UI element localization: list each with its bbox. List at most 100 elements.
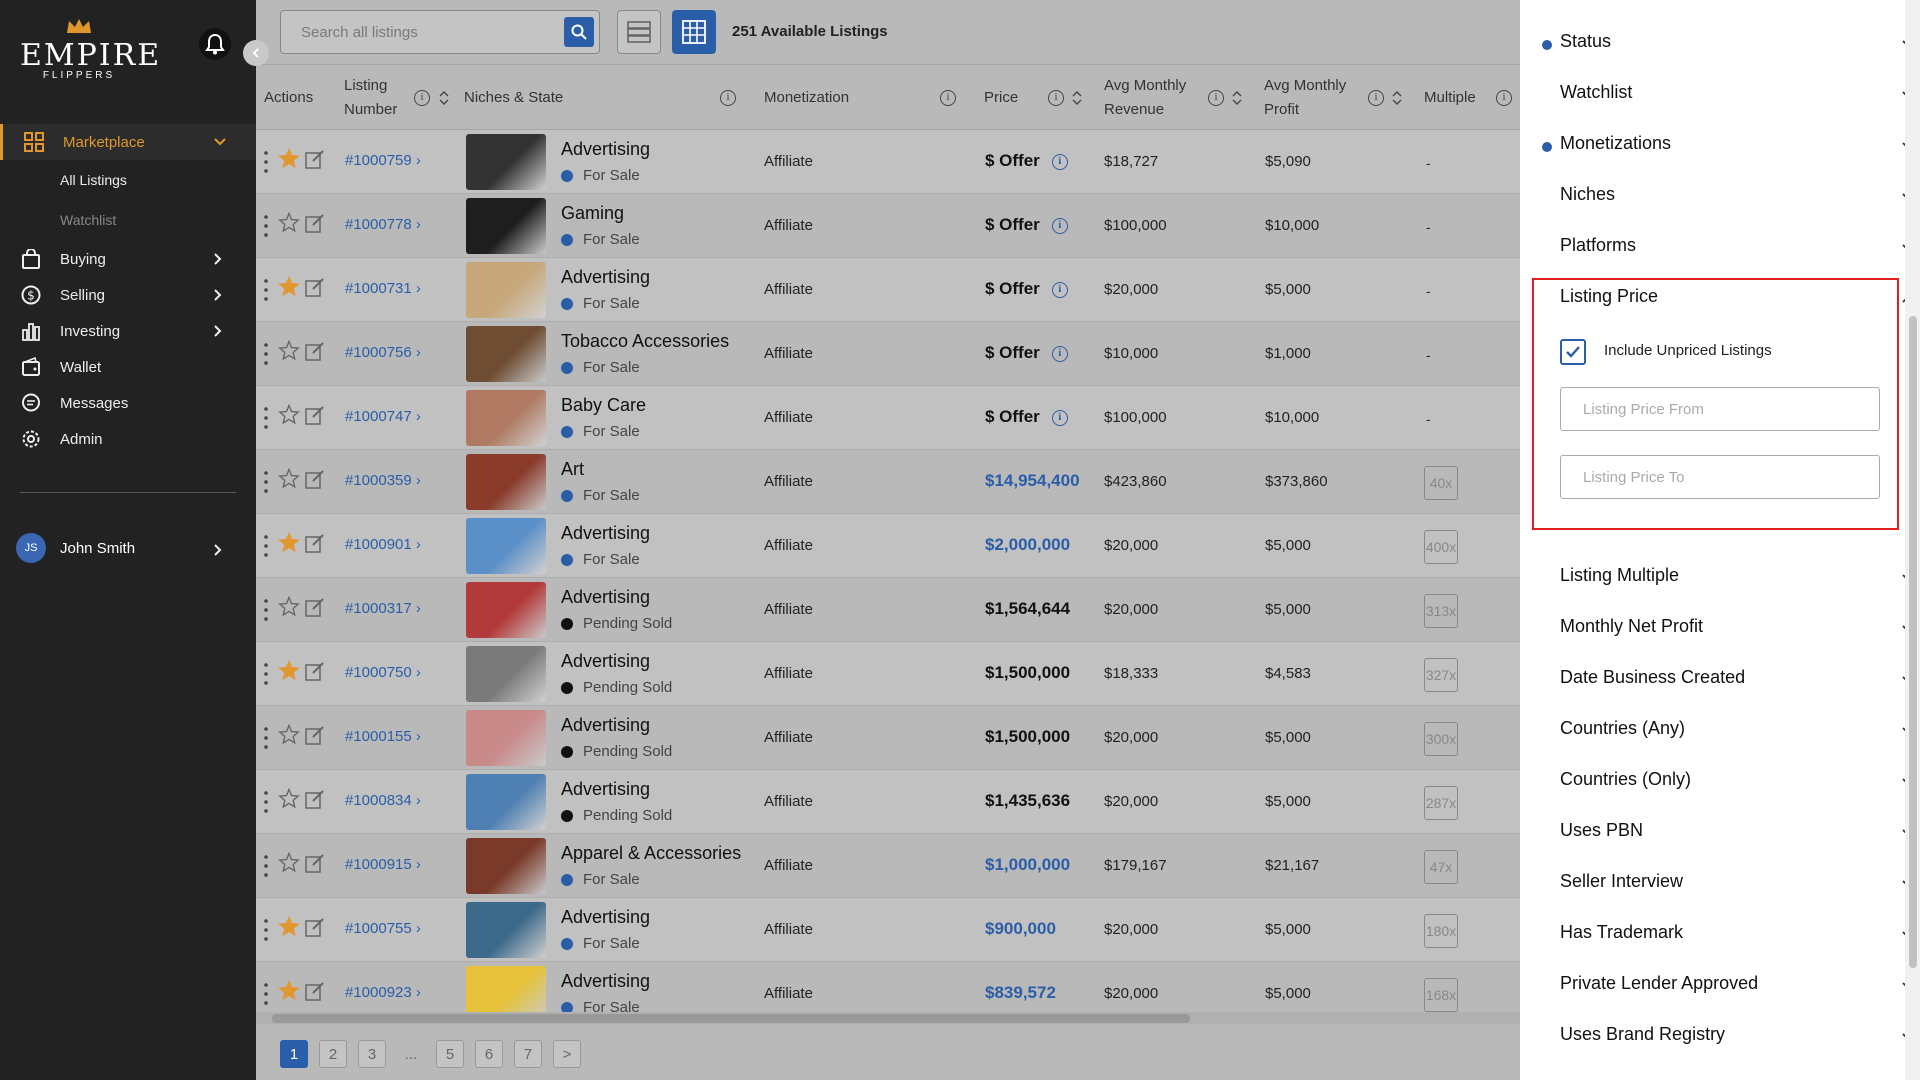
- listing-number-link[interactable]: #1000731 ›: [345, 280, 421, 297]
- table-row[interactable]: #1000731 › Advertising For Sale Affiliate $ …: [256, 258, 1520, 322]
- listing-number-link[interactable]: #1000755 ›: [345, 920, 421, 937]
- column-header-price[interactable]: Price: [984, 86, 1018, 110]
- drag-handle-icon[interactable]: [264, 662, 268, 686]
- listing-number-link[interactable]: #1000915 ›: [345, 856, 421, 873]
- price-value[interactable]: $14,954,400: [985, 471, 1080, 491]
- column-header-avg-profit[interactable]: Avg Monthly Profit: [1264, 74, 1346, 122]
- edit-icon[interactable]: [304, 404, 326, 426]
- drag-handle-icon[interactable]: [264, 470, 268, 494]
- sort-icon[interactable]: [1392, 90, 1402, 106]
- info-icon[interactable]: i: [1368, 90, 1384, 106]
- table-row[interactable]: #1000755 › Advertising For Sale Affiliate $9…: [256, 898, 1520, 962]
- listing-number-link[interactable]: #1000747 ›: [345, 408, 421, 425]
- drag-handle-icon[interactable]: [264, 790, 268, 814]
- star-icon[interactable]: [278, 276, 300, 298]
- star-icon[interactable]: [278, 340, 300, 362]
- table-row[interactable]: #1000901 › Advertising For Sale Affiliate $2…: [256, 514, 1520, 578]
- sidebar-item-all-listings[interactable]: All Listings: [60, 172, 127, 188]
- star-icon[interactable]: [278, 468, 300, 490]
- star-icon[interactable]: [278, 724, 300, 746]
- sidebar-item-investing[interactable]: Investing: [0, 313, 256, 349]
- listing-number-link[interactable]: #1000834 ›: [345, 792, 421, 809]
- table-row[interactable]: #1000317 › Advertising Pending Sold Affilia…: [256, 578, 1520, 642]
- list-view-button[interactable]: [617, 10, 661, 54]
- listing-number-link[interactable]: #1000901 ›: [345, 536, 421, 553]
- filter-private-lender-approved[interactable]: Private Lender Approved: [1560, 959, 1920, 1009]
- listing-thumbnail[interactable]: [466, 454, 546, 510]
- sidebar-item-admin[interactable]: Admin: [0, 421, 256, 457]
- info-icon[interactable]: i: [940, 90, 956, 106]
- table-row[interactable]: #1000756 › Tobacco Accessories For Sale Aff…: [256, 322, 1520, 386]
- column-header-monetization[interactable]: Monetization: [764, 86, 849, 110]
- table-row[interactable]: #1000759 › Advertising For Sale Affiliate $ …: [256, 130, 1520, 194]
- star-icon[interactable]: [278, 788, 300, 810]
- drag-handle-icon[interactable]: [264, 598, 268, 622]
- drag-handle-icon[interactable]: [264, 982, 268, 1006]
- vertical-scrollbar[interactable]: [1905, 0, 1920, 1080]
- column-header-listing-number[interactable]: Listing Number: [344, 74, 397, 122]
- info-icon[interactable]: i: [414, 90, 430, 106]
- star-icon[interactable]: [278, 916, 300, 938]
- scrollbar-thumb[interactable]: [272, 1014, 1190, 1023]
- brand-logo[interactable]: EMPIRE FLIPPERS: [20, 14, 159, 84]
- filter-watchlist[interactable]: Watchlist: [1560, 68, 1920, 118]
- page-6-button[interactable]: 6: [475, 1040, 503, 1068]
- table-row[interactable]: #1000778 › Gaming For Sale Affiliate $ Offer…: [256, 194, 1520, 258]
- info-icon[interactable]: i: [1051, 217, 1068, 234]
- listing-thumbnail[interactable]: [466, 262, 546, 318]
- listing-thumbnail[interactable]: [466, 774, 546, 830]
- price-value[interactable]: $2,000,000: [985, 535, 1070, 555]
- notifications-button[interactable]: [199, 28, 231, 60]
- table-view-button[interactable]: [672, 10, 716, 54]
- edit-icon[interactable]: [304, 852, 326, 874]
- star-icon[interactable]: [278, 404, 300, 426]
- info-icon[interactable]: i: [1051, 345, 1068, 362]
- table-row[interactable]: #1000915 › Apparel & Accessories For Sale A…: [256, 834, 1520, 898]
- sidebar-item-watchlist[interactable]: Watchlist: [60, 212, 116, 228]
- filter-countries-any[interactable]: Countries (Any): [1560, 704, 1920, 754]
- sidebar-item-messages[interactable]: Messages: [0, 385, 256, 421]
- drag-handle-icon[interactable]: [264, 918, 268, 942]
- filter-date-business-created[interactable]: Date Business Created: [1560, 653, 1920, 703]
- sidebar-item-buying[interactable]: Buying: [0, 241, 256, 277]
- edit-icon[interactable]: [304, 212, 326, 234]
- listing-thumbnail[interactable]: [466, 646, 546, 702]
- listing-number-link[interactable]: #1000756 ›: [345, 344, 421, 361]
- filter-monthly-net-profit[interactable]: Monthly Net Profit: [1560, 602, 1920, 652]
- drag-handle-icon[interactable]: [264, 406, 268, 430]
- edit-icon[interactable]: [304, 276, 326, 298]
- info-icon[interactable]: i: [1048, 90, 1064, 106]
- edit-icon[interactable]: [304, 532, 326, 554]
- listing-thumbnail[interactable]: [466, 710, 546, 766]
- sidebar-item-selling[interactable]: $ Selling: [0, 277, 256, 313]
- price-value[interactable]: $1,000,000: [985, 855, 1070, 875]
- listing-thumbnail[interactable]: [466, 838, 546, 894]
- search-button[interactable]: [564, 17, 594, 47]
- horizontal-scrollbar[interactable]: [256, 1012, 1520, 1024]
- info-icon[interactable]: i: [1051, 409, 1068, 426]
- filter-status[interactable]: Status: [1542, 17, 1920, 67]
- star-icon[interactable]: [278, 980, 300, 1002]
- table-row[interactable]: #1000359 › Art For Sale Affiliate $14,954,40…: [256, 450, 1520, 514]
- next-page-button[interactable]: >: [553, 1040, 581, 1068]
- table-row[interactable]: #1000834 › Advertising Pending Sold Affilia…: [256, 770, 1520, 834]
- edit-icon[interactable]: [304, 788, 326, 810]
- price-value[interactable]: $900,000: [985, 919, 1056, 939]
- edit-icon[interactable]: [304, 980, 326, 1002]
- edit-icon[interactable]: [304, 340, 326, 362]
- edit-icon[interactable]: [304, 916, 326, 938]
- drag-handle-icon[interactable]: [264, 278, 268, 302]
- page-2-button[interactable]: 2: [319, 1040, 347, 1068]
- info-icon[interactable]: i: [1051, 153, 1068, 170]
- scrollbar-thumb[interactable]: [1909, 316, 1917, 968]
- star-icon[interactable]: [278, 660, 300, 682]
- listing-number-link[interactable]: #1000317 ›: [345, 600, 421, 617]
- filter-listing-multiple[interactable]: Listing Multiple: [1560, 551, 1920, 601]
- star-icon[interactable]: [278, 212, 300, 234]
- listing-number-link[interactable]: #1000759 ›: [345, 152, 421, 169]
- table-row[interactable]: #1000155 › Advertising Pending Sold Affilia…: [256, 706, 1520, 770]
- edit-icon[interactable]: [304, 724, 326, 746]
- table-row[interactable]: #1000923 › Advertising For Sale Affiliate $8…: [256, 962, 1520, 1012]
- listing-number-link[interactable]: #1000923 ›: [345, 984, 421, 1001]
- filter-uses-brand-registry[interactable]: Uses Brand Registry: [1560, 1010, 1920, 1060]
